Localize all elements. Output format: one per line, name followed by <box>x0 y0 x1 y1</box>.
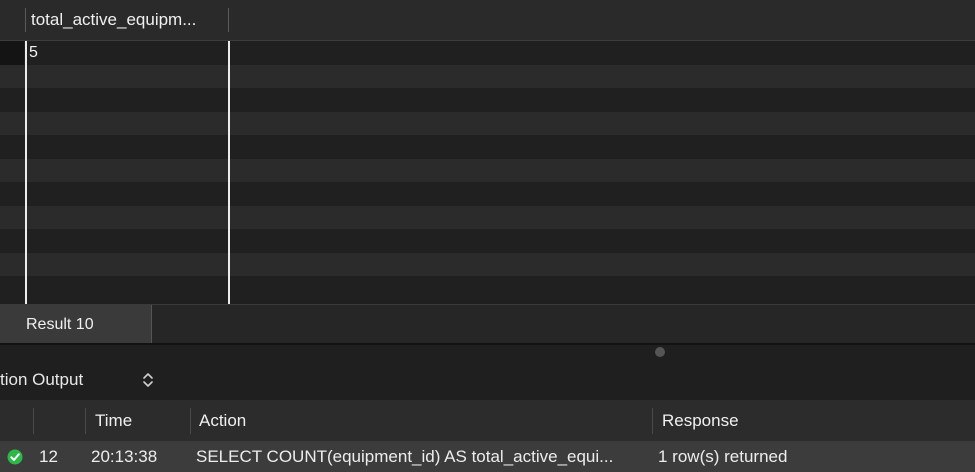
table-row[interactable]: 5 <box>0 41 975 65</box>
column-separator[interactable] <box>652 408 653 434</box>
log-response: 1 row(s) returned <box>658 447 788 466</box>
panel-divider <box>0 343 975 345</box>
column-separator[interactable] <box>85 408 86 434</box>
log-time: 20:13:38 <box>91 447 158 466</box>
empty-row <box>0 252 975 276</box>
column-header-action[interactable]: Action <box>199 400 246 442</box>
empty-row <box>0 158 975 182</box>
column-header-total-active-equipment[interactable]: total_active_equipm... <box>26 0 228 41</box>
empty-row <box>0 182 975 206</box>
updown-chevron-icon[interactable] <box>140 370 156 390</box>
output-header: tion Output <box>0 360 975 400</box>
empty-row <box>0 205 975 229</box>
column-header-time[interactable]: Time <box>95 400 132 442</box>
empty-row <box>0 88 975 112</box>
empty-row <box>0 229 975 253</box>
grid-rows: 5 <box>0 41 975 304</box>
result-tab-bar: Result 10 <box>0 304 975 344</box>
result-grid: total_active_equipm... 5 <box>0 0 975 304</box>
grid-header: total_active_equipm... <box>0 0 975 41</box>
success-check-icon <box>7 449 23 465</box>
empty-row <box>0 135 975 159</box>
row-selector[interactable] <box>0 41 24 65</box>
column-header-response[interactable]: Response <box>662 400 739 442</box>
log-action: SELECT COUNT(equipment_id) AS total_acti… <box>196 447 614 466</box>
grid-column-line <box>25 41 27 304</box>
tab-label: Result 10 <box>26 316 94 333</box>
empty-row <box>0 64 975 88</box>
column-separator[interactable] <box>33 408 34 434</box>
action-log-row[interactable]: 12 20:13:38 SELECT COUNT(equipment_id) A… <box>0 442 975 472</box>
grid-column-line <box>228 41 230 304</box>
tab-result-10[interactable]: Result 10 <box>0 305 152 344</box>
column-separator[interactable] <box>228 8 229 32</box>
column-separator[interactable] <box>190 408 191 434</box>
empty-row <box>0 111 975 135</box>
table-cell[interactable]: 5 <box>26 41 38 65</box>
action-log-header: Time Action Response <box>0 400 975 442</box>
log-number: 12 <box>39 447 58 466</box>
empty-row <box>0 276 975 300</box>
splitter-handle[interactable] <box>655 347 665 357</box>
output-type-select[interactable]: tion Output <box>0 360 83 400</box>
